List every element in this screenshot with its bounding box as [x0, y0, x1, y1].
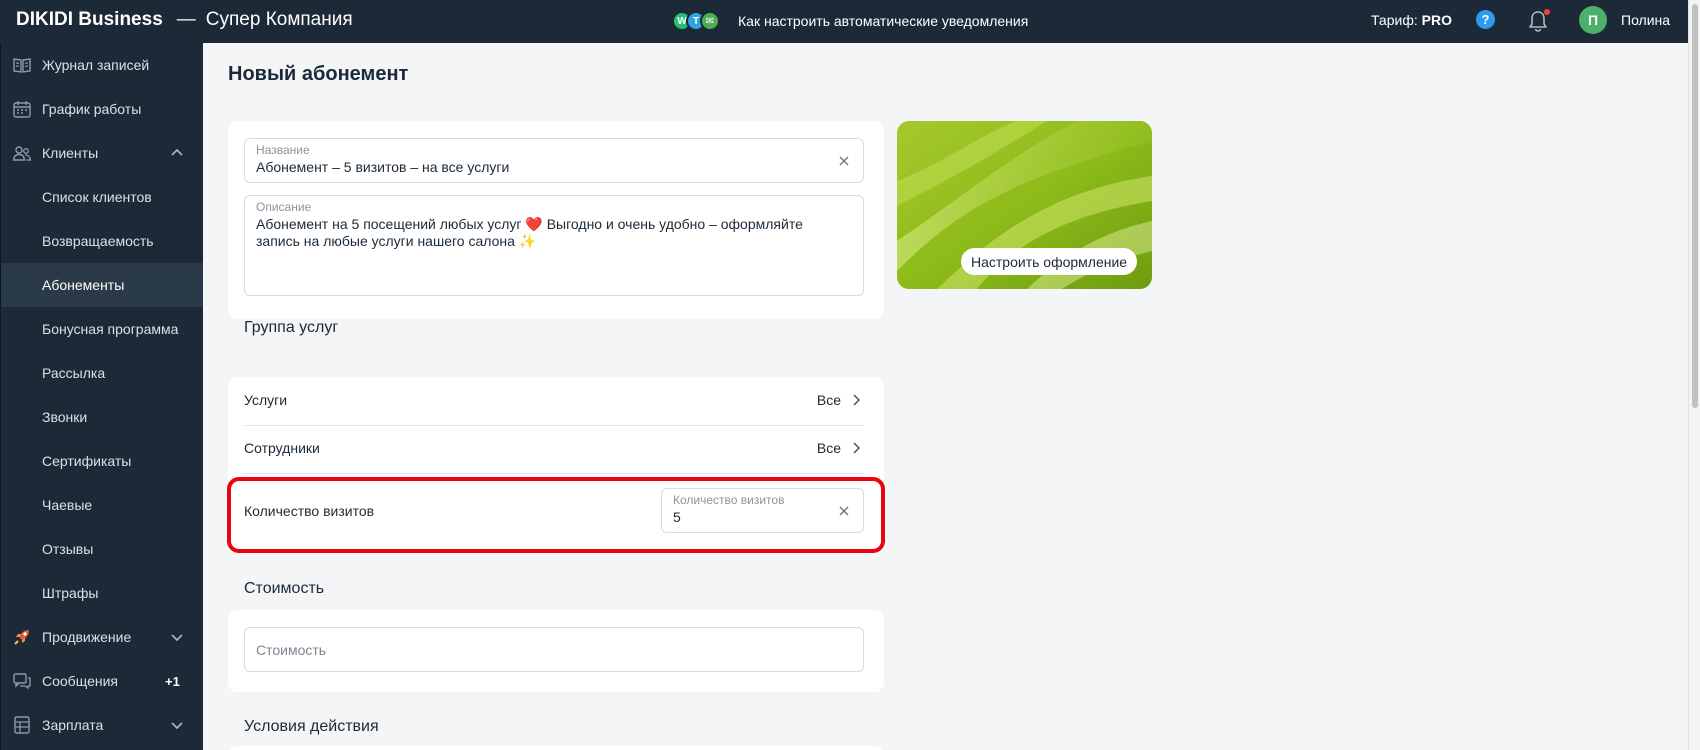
staff-row[interactable]: Сотрудники Все	[228, 425, 880, 473]
chevron-right-icon	[853, 442, 861, 454]
sidebar-item-label: Клиенты	[42, 145, 99, 161]
top-bar: DIKIDI Business — Супер Компания W T ✉ Как…	[0, 0, 1688, 43]
services-group-title: Группа услуг	[244, 319, 339, 336]
sidebar-item-clients[interactable]: Клиенты	[1, 131, 204, 175]
messengers-icon: W T ✉	[672, 9, 728, 33]
sidebar-item-label: Абонементы	[42, 277, 125, 293]
sidebar-item-journal[interactable]: Журнал записей	[1, 43, 204, 87]
sidebar-item-client-list[interactable]: Список клиентов	[1, 175, 204, 219]
calendar-icon	[13, 101, 31, 118]
name-field-value: Абонемент – 5 визитов – на все услуги	[256, 159, 510, 175]
sidebar-item-tips[interactable]: Чаевые	[1, 483, 204, 527]
sidebar-item-retention[interactable]: Возвращаемость	[1, 219, 204, 263]
sidebar-item-label: Зарплата	[42, 717, 104, 733]
journal-icon	[13, 58, 31, 73]
close-icon[interactable]	[837, 154, 851, 168]
sidebar-item-label: Чаевые	[42, 497, 93, 513]
tariff-value: PRO	[1421, 12, 1452, 28]
clients-icon	[12, 146, 32, 161]
description-field[interactable]: Описание Абонемент на 5 посещений любых …	[244, 195, 864, 296]
sidebar-item-label: Журнал записей	[42, 57, 150, 73]
staff-row-value: Все	[816, 440, 841, 456]
sidebar-item-label: Отзывы	[42, 541, 94, 557]
name-field-label: Название	[256, 143, 310, 157]
rocket-icon	[14, 630, 29, 645]
sidebar-item-label: Бонусная программа	[42, 321, 179, 337]
sidebar-item-schedule[interactable]: График работы	[1, 87, 204, 131]
sidebar-item-certificates[interactable]: Сертификаты	[1, 439, 204, 483]
subscription-info-card: Название Абонемент – 5 визитов – на все …	[228, 121, 884, 319]
sidebar-item-promotion[interactable]: Продвижение	[1, 615, 204, 659]
conditions-section-title: Условия действия	[244, 718, 379, 735]
services-row-value: Все	[816, 392, 841, 408]
sidebar-item-label: Сообщения	[42, 673, 118, 689]
visits-highlight-frame	[227, 477, 885, 553]
customize-design-button[interactable]: Настроить оформление	[961, 248, 1138, 275]
notification-dot	[1543, 8, 1551, 16]
tariff-info[interactable]: Тариф: PRO	[1371, 12, 1452, 28]
sidebar-item-bonus-program[interactable]: Бонусная программа	[1, 307, 204, 351]
sidebar-item-messages[interactable]: Сообщения +1	[1, 659, 204, 703]
sidebar-item-label: Сертификаты	[42, 453, 132, 469]
promo-text: Как настроить автоматические уведомления	[738, 13, 1029, 29]
main-content: Новый абонемент Название Абонемент – 5 в…	[203, 43, 1688, 750]
sidebar-item-salary[interactable]: Зарплата	[1, 703, 204, 747]
sidebar-item-label: Рассылка	[42, 365, 106, 381]
notifications-promo-link[interactable]: W T ✉ Как настроить автоматические уведо…	[672, 8, 1028, 34]
description-field-value: Абонемент на 5 посещений любых услуг ❤️ …	[256, 216, 803, 249]
messages-count-badge: +1	[165, 673, 180, 689]
cost-input-placeholder: Стоимость	[256, 642, 327, 658]
sidebar-item-subscriptions[interactable]: Абонементы	[1, 263, 204, 307]
staff-row-label: Сотрудники	[244, 440, 320, 456]
sidebar-item-label: Список клиентов	[42, 189, 152, 205]
scrollbar-thumb[interactable]	[1692, 4, 1698, 408]
user-name[interactable]: Полина	[1621, 12, 1670, 28]
sidebar-item-penalties[interactable]: Штрафы	[1, 571, 204, 615]
sidebar: Журнал записей График работы Клиенты Спи…	[0, 43, 204, 750]
chevron-down-icon	[171, 722, 183, 730]
chevron-right-icon	[853, 394, 861, 406]
cost-card: Стоимость	[228, 610, 884, 692]
chevron-up-icon	[171, 148, 183, 156]
brand[interactable]: DIKIDI Business — Супер Компания	[16, 9, 353, 31]
services-row[interactable]: Услуги Все	[228, 377, 880, 425]
sidebar-item-mailing[interactable]: Рассылка	[1, 351, 204, 395]
salary-icon	[14, 716, 30, 734]
scrollbar[interactable]	[1688, 0, 1700, 750]
sidebar-item-label: Звонки	[42, 409, 88, 425]
tariff-label: Тариф:	[1371, 12, 1418, 28]
description-field-label: Описание	[256, 200, 312, 214]
messages-icon	[13, 673, 31, 690]
services-row-label: Услуги	[244, 392, 288, 408]
sidebar-item-label: График работы	[42, 101, 142, 117]
sidebar-item-label: Возвращаемость	[42, 233, 154, 249]
company-name: Супер Компания	[205, 9, 353, 30]
avatar[interactable]: П	[1579, 6, 1607, 34]
name-field[interactable]: Название Абонемент – 5 визитов – на все …	[244, 138, 864, 183]
page-title: Новый абонемент	[228, 63, 409, 85]
cost-input[interactable]: Стоимость	[244, 627, 864, 672]
sidebar-item-reviews[interactable]: Отзывы	[1, 527, 204, 571]
help-icon[interactable]: ?	[1476, 10, 1495, 29]
brand-name: DIKIDI Business	[16, 9, 163, 30]
cost-section-title: Стоимость	[244, 580, 325, 597]
sidebar-item-label: Продвижение	[42, 629, 132, 645]
conditions-card	[228, 746, 884, 750]
subscription-design-preview: Настроить оформление	[897, 121, 1152, 289]
chevron-down-icon	[171, 634, 183, 642]
sidebar-item-calls[interactable]: Звонки	[1, 395, 204, 439]
sidebar-item-label: Штрафы	[42, 585, 99, 601]
